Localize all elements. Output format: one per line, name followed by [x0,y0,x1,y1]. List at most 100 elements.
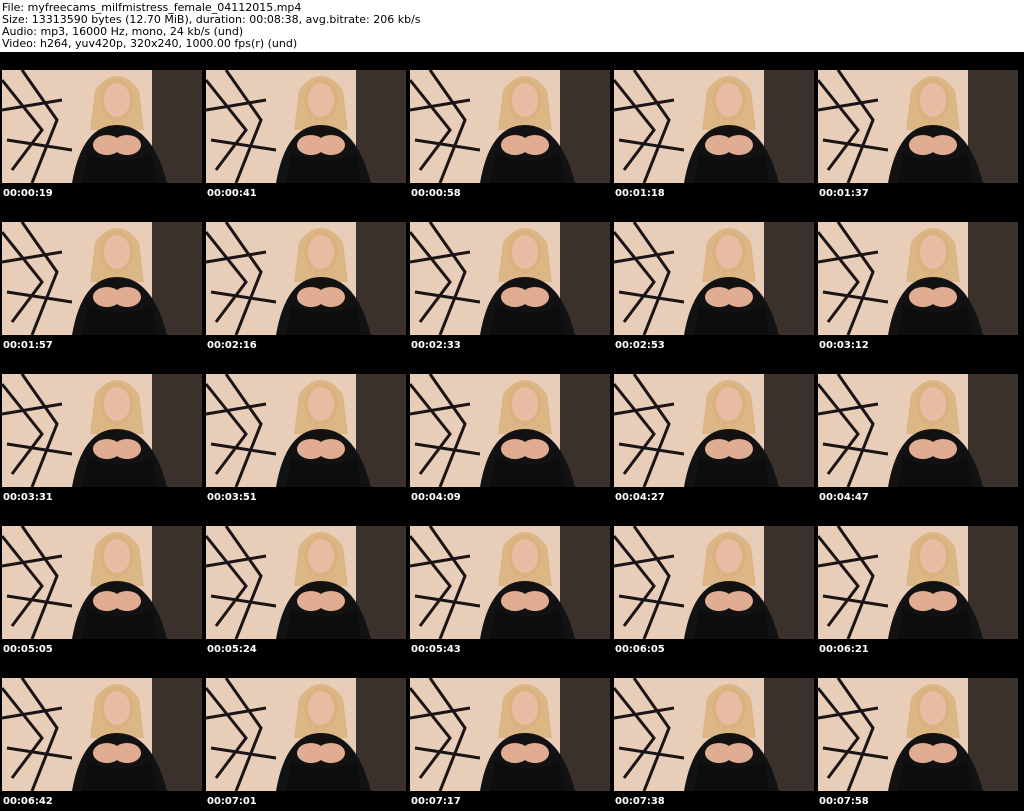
frame-thumbnail [2,374,202,487]
frame-cell: 00:04:47 [816,356,1020,508]
frame-image-icon [410,678,610,791]
frame-image-icon [818,70,1018,183]
frame-image-icon [614,374,814,487]
frame-timestamp: 00:00:41 [207,188,257,199]
frame-timestamp: 00:03:12 [819,340,869,351]
frame-cell: 00:04:27 [612,356,816,508]
frame-cell: 00:05:43 [408,508,612,660]
frame-cell: 00:06:42 [0,660,204,812]
frame-cell: 00:05:24 [204,508,408,660]
contact-sheet-header: File: myfreecams_milfmistress_female_041… [0,0,1024,52]
frame-image-icon [410,70,610,183]
frame-image-icon [818,678,1018,791]
frame-cell: 00:07:38 [612,660,816,812]
frame-cell: 00:04:09 [408,356,612,508]
frame-thumbnail [818,678,1018,791]
frame-timestamp: 00:01:57 [3,340,53,351]
frame-cell: 00:02:16 [204,204,408,356]
frame-cell: 00:00:41 [204,52,408,204]
frame-thumbnail [410,374,610,487]
frame-cell: 00:06:21 [816,508,1020,660]
frame-cell: 00:06:05 [612,508,816,660]
frame-thumbnail [818,526,1018,639]
frame-thumbnail [614,678,814,791]
frame-timestamp: 00:07:17 [411,796,461,807]
frame-timestamp: 00:02:53 [615,340,665,351]
frame-cell: 00:03:12 [816,204,1020,356]
frame-cell: 00:02:53 [612,204,816,356]
frame-thumbnail [410,526,610,639]
frame-timestamp: 00:04:27 [615,492,665,503]
frame-cell: 00:01:18 [612,52,816,204]
frame-image-icon [614,678,814,791]
frame-timestamp: 00:02:33 [411,340,461,351]
frame-thumbnail [818,374,1018,487]
frame-thumbnail [614,374,814,487]
frame-cell: 00:01:57 [0,204,204,356]
frame-image-icon [206,70,406,183]
frame-image-icon [2,374,202,487]
frame-cell: 00:02:33 [408,204,612,356]
frame-thumbnail [410,70,610,183]
frame-image-icon [2,70,202,183]
frame-timestamp: 00:06:42 [3,796,53,807]
frame-image-icon [2,222,202,335]
frame-timestamp: 00:07:01 [207,796,257,807]
frame-image-icon [2,678,202,791]
frame-image-icon [410,526,610,639]
frame-thumbnail [410,678,610,791]
frame-thumbnail [818,70,1018,183]
frame-timestamp: 00:01:37 [819,188,869,199]
frame-cell: 00:07:17 [408,660,612,812]
frame-cell: 00:07:58 [816,660,1020,812]
frame-timestamp: 00:07:38 [615,796,665,807]
frame-timestamp: 00:03:31 [3,492,53,503]
frame-timestamp: 00:05:43 [411,644,461,655]
frame-cell: 00:03:51 [204,356,408,508]
frame-thumbnail [2,70,202,183]
frame-thumbnail [206,678,406,791]
frame-image-icon [410,374,610,487]
frame-timestamp: 00:04:09 [411,492,461,503]
frame-thumbnail [206,222,406,335]
frame-timestamp: 00:00:19 [3,188,53,199]
video-info-line: Video: h264, yuv420p, 320x240, 1000.00 f… [2,37,298,50]
frame-cell: 00:07:01 [204,660,408,812]
frame-image-icon [206,526,406,639]
frame-thumbnail [614,526,814,639]
frame-timestamp: 00:01:18 [615,188,665,199]
frame-image-icon [410,222,610,335]
frame-timestamp: 00:05:24 [207,644,257,655]
frame-thumbnail [410,222,610,335]
frame-image-icon [818,222,1018,335]
frame-thumbnail [206,526,406,639]
frame-image-icon [206,374,406,487]
frame-cell: 00:03:31 [0,356,204,508]
frame-thumbnail [206,70,406,183]
frame-timestamp: 00:06:05 [615,644,665,655]
frame-image-icon [206,222,406,335]
frame-cell: 00:00:19 [0,52,204,204]
frame-thumbnail [2,222,202,335]
frame-timestamp: 00:06:21 [819,644,869,655]
frame-timestamp: 00:02:16 [207,340,257,351]
frame-image-icon [614,222,814,335]
frame-cell: 00:05:05 [0,508,204,660]
frame-image-icon [614,70,814,183]
frame-timestamp: 00:07:58 [819,796,869,807]
frame-timestamp: 00:00:58 [411,188,461,199]
frame-thumbnail [2,526,202,639]
frame-thumbnail [818,222,1018,335]
frame-image-icon [614,526,814,639]
frame-thumbnail [206,374,406,487]
frame-image-icon [206,678,406,791]
frame-thumbnail [614,70,814,183]
frame-timestamp: 00:03:51 [207,492,257,503]
frame-thumbnail [2,678,202,791]
frame-thumbnail [614,222,814,335]
frame-cell: 00:00:58 [408,52,612,204]
frame-image-icon [818,374,1018,487]
thumbnail-grid: 00:00:19 00:00:41 00:00:58 00:01:18 00:01:37… [0,52,1024,811]
frame-image-icon [818,526,1018,639]
frame-cell: 00:01:37 [816,52,1020,204]
